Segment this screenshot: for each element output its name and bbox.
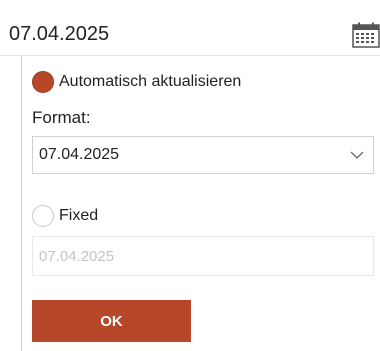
fixed-radio-option[interactable]: Fixed — [32, 205, 98, 227]
date-value[interactable]: 07.04.2025 — [9, 23, 109, 45]
fixed-date-input[interactable]: 07.04.2025 — [32, 236, 374, 276]
fixed-date-value: 07.04.2025 — [39, 248, 115, 265]
auto-update-radio-option[interactable]: Automatisch aktualisieren — [32, 71, 241, 93]
auto-update-label: Automatisch aktualisieren — [59, 73, 242, 90]
fixed-radio[interactable] — [32, 205, 54, 227]
format-selected-value: 07.04.2025 — [39, 146, 120, 163]
date-field[interactable]: 07.04.2025 — [0, 6, 380, 56]
fixed-label: Fixed — [59, 207, 99, 224]
chevron-down-icon[interactable] — [349, 148, 365, 162]
date-format-panel: Automatisch aktualisieren Format: 07.04.… — [21, 56, 380, 351]
format-select[interactable]: 07.04.2025 — [32, 136, 374, 174]
auto-update-radio[interactable] — [32, 71, 54, 93]
calendar-icon[interactable] — [352, 22, 380, 48]
ok-button[interactable]: OK — [32, 300, 191, 342]
format-label: Format: — [32, 108, 91, 127]
date-picker-window: 07.04.2025 Automatisch aktualisieren For… — [0, 0, 380, 351]
